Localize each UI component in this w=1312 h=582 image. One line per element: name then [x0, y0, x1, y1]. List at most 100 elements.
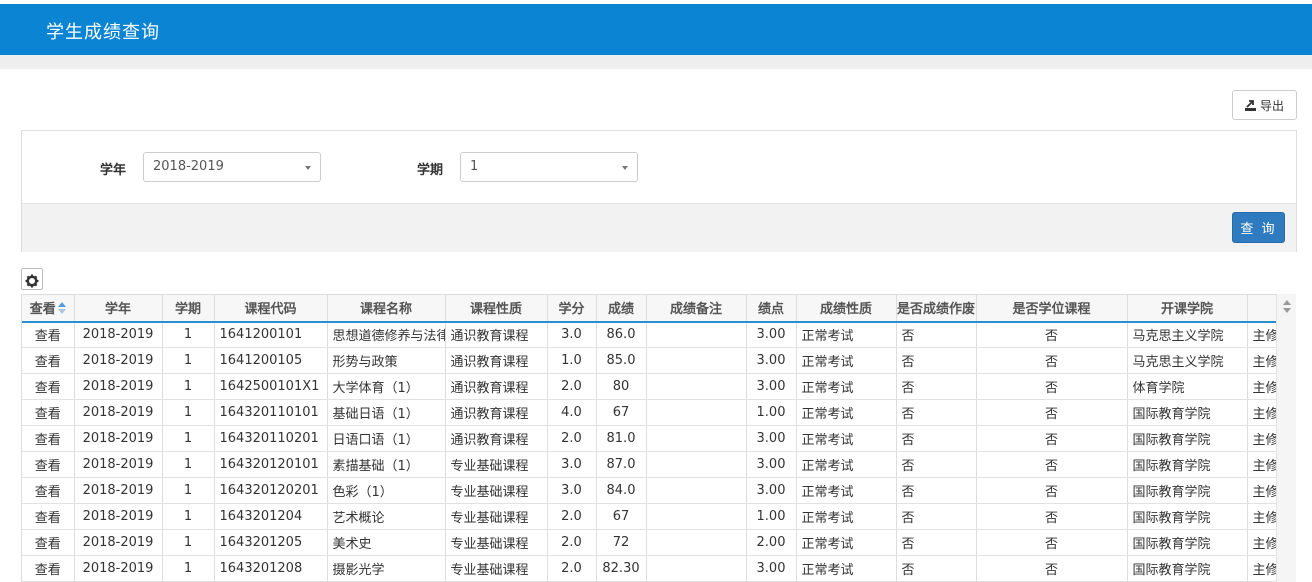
table-cell: 1643201204 [214, 503, 328, 530]
table-cell: 1.00 [746, 399, 797, 426]
table-cell [646, 529, 747, 556]
table-cell: 1 [162, 503, 215, 530]
gear-icon [25, 274, 39, 287]
table-cell: 3.00 [746, 373, 797, 400]
page-title: 学生成绩查询 [46, 22, 160, 43]
view-link[interactable]: 查看 [22, 503, 75, 530]
column-header[interactable]: 绩点 [746, 294, 797, 323]
table-cell: 1641200105 [214, 347, 328, 374]
term-select[interactable]: 1 [460, 152, 638, 182]
table-cell: 否 [896, 555, 977, 582]
table-cell: 81.0 [596, 425, 647, 452]
year-select[interactable]: 2018-2019 [143, 152, 321, 182]
table-row: 查看 2018-2019 1 164320110201 日语口语（1） 通识教育课程 2.0… [22, 425, 1296, 452]
table-cell: 专业基础课程 [445, 503, 548, 530]
table-cell: 2018-2019 [74, 477, 163, 504]
query-button[interactable]: 查 询 [1232, 212, 1285, 243]
table-cell: 1 [162, 451, 215, 478]
column-header[interactable]: 学期 [162, 294, 215, 323]
table-cell: 专业基础课程 [445, 477, 548, 504]
column-header[interactable]: 成绩 [596, 294, 647, 323]
table-cell: 否 [896, 503, 977, 530]
table-cell: 1 [162, 373, 215, 400]
view-link[interactable]: 查看 [22, 425, 75, 452]
table-cell: 否 [976, 347, 1128, 374]
table-cell: 艺术概论 [327, 503, 446, 530]
table-cell: 1 [162, 321, 215, 348]
chevron-down-icon [622, 166, 628, 170]
table-cell: 否 [896, 321, 977, 348]
view-link[interactable]: 查看 [22, 477, 75, 504]
table-cell: 色彩（1） [327, 477, 446, 504]
table-cell: 马克思主义学院 [1127, 321, 1248, 348]
view-link[interactable]: 查看 [22, 555, 75, 582]
table-cell: 正常考试 [796, 347, 897, 374]
table-cell: 正常考试 [796, 477, 897, 504]
table-row: 查看 2018-2019 1 164320120201 色彩（1） 专业基础课程 3.0 84… [22, 477, 1296, 504]
column-header[interactable]: 开课学院 [1127, 294, 1248, 323]
table-cell: 国际教育学院 [1127, 555, 1248, 582]
table-cell: 马克思主义学院 [1127, 347, 1248, 374]
column-settings-button[interactable] [21, 268, 43, 290]
table-cell: 2.0 [547, 555, 597, 582]
table-row: 查看2018-201911641200101思想道德修养与法律基础通识教育课程3… [22, 321, 1296, 348]
table-cell [646, 373, 747, 400]
table-cell: 1 [162, 425, 215, 452]
table-cell: 2018-2019 [74, 529, 163, 556]
view-link[interactable]: 查看 [22, 347, 75, 374]
table-cell [646, 347, 747, 374]
table-cell: 67 [596, 399, 647, 426]
filter-footer: 查 询 [22, 203, 1296, 252]
column-header[interactable]: 课程名称 [327, 294, 446, 323]
column-header[interactable]: 查看 [22, 294, 75, 323]
table-cell: 否 [976, 477, 1128, 504]
column-header[interactable]: 是否成绩作废 [896, 294, 977, 323]
table-cell: 1.0 [547, 347, 597, 374]
table-cell: 3.00 [746, 347, 797, 374]
table-cell: 通识教育课程 [445, 373, 548, 400]
table-cell [646, 477, 747, 504]
column-header[interactable]: 是否学位课程 [976, 294, 1128, 323]
view-link[interactable]: 查看 [22, 321, 75, 348]
column-header[interactable]: 成绩备注 [646, 294, 747, 323]
table-cell: 80 [596, 373, 647, 400]
table-cell: 思想道德修养与法律基础 [327, 321, 446, 348]
table-cell [646, 451, 747, 478]
view-link[interactable]: 查看 [22, 399, 75, 426]
view-link[interactable]: 查看 [22, 373, 75, 400]
table-row: 查看 2018-2019 1 1643201205 美术史 专业基础课程 2.0 72 2.00… [22, 529, 1296, 556]
column-header[interactable]: 学分 [547, 294, 597, 323]
table-cell [646, 555, 747, 582]
table-row: 查看 2018-2019 1 1643201204 艺术概论 专业基础课程 2.0 67 1.0… [22, 503, 1296, 530]
view-link[interactable]: 查看 [22, 529, 75, 556]
view-link[interactable]: 查看 [22, 451, 75, 478]
table-cell: 形势与政策 [327, 347, 446, 374]
column-header[interactable]: 课程性质 [445, 294, 548, 323]
table-scrollbar[interactable] [1276, 294, 1296, 582]
table-cell: 正常考试 [796, 529, 897, 556]
column-header[interactable]: 课程代码 [214, 294, 328, 323]
table-cell [646, 503, 747, 530]
table-cell: 3.0 [547, 477, 597, 504]
column-header[interactable]: 学年 [74, 294, 163, 323]
table-cell: 否 [896, 451, 977, 478]
table-cell: 专业基础课程 [445, 451, 548, 478]
table-cell: 美术史 [327, 529, 446, 556]
table-cell: 基础日语（1） [327, 399, 446, 426]
table-cell: 72 [596, 529, 647, 556]
term-label: 学期 [417, 163, 444, 178]
table-cell: 专业基础课程 [445, 555, 548, 582]
table-cell: 通识教育课程 [445, 425, 548, 452]
column-header[interactable]: 成绩性质 [796, 294, 897, 323]
table-cell: 82.30 [596, 555, 647, 582]
table-cell: 3.0 [547, 451, 597, 478]
table-cell: 1.00 [746, 503, 797, 530]
table-cell: 87.0 [596, 451, 647, 478]
scroll-down-icon[interactable] [1283, 308, 1291, 313]
chevron-down-icon [305, 166, 311, 170]
scroll-up-icon[interactable] [1283, 300, 1291, 305]
table-cell: 大学体育（1） [327, 373, 446, 400]
table-cell [646, 321, 747, 348]
export-button[interactable]: 导出 [1232, 90, 1297, 120]
table-cell: 2018-2019 [74, 555, 163, 582]
